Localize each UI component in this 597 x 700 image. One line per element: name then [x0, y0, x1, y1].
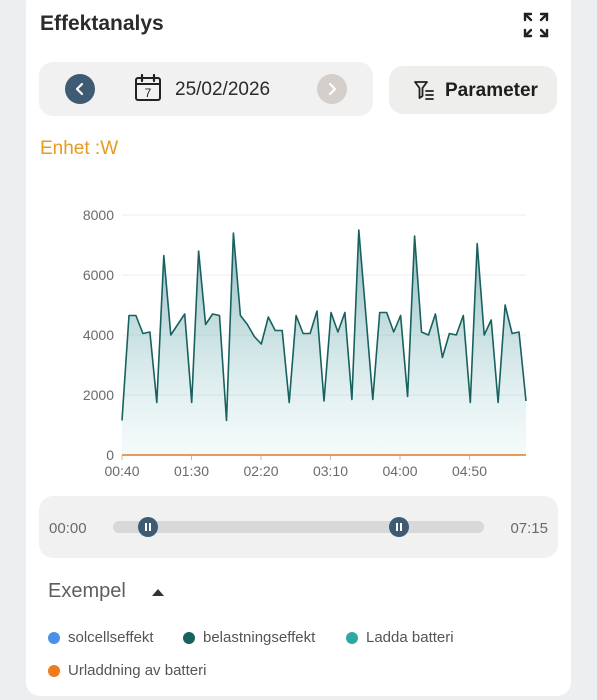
legend-dot: [346, 631, 358, 644]
grip-icon: [144, 523, 151, 531]
x-tick-label: 02:20: [243, 463, 278, 479]
legend-label: solcellseffekt: [68, 629, 154, 646]
x-tick-label: 04:00: [382, 463, 417, 479]
y-tick-label: 8000: [83, 207, 114, 223]
legend-item-urladdning-av-batteri[interactable]: Urladdning av batteri: [48, 662, 206, 679]
slider-end-handle[interactable]: [388, 517, 409, 537]
selected-date[interactable]: 25/02/2026: [175, 79, 270, 101]
power-chart: 8000 6000 4000 2000 0 00:40 01:30 02:20 03:10 04…: [83, 207, 527, 479]
time-range-slider: 00:00 07:15: [39, 496, 558, 558]
y-tick-label: 4000: [83, 327, 114, 343]
legend-label: Urladdning av batteri: [68, 662, 207, 679]
legend-label: belastningseffekt: [203, 629, 316, 646]
slider-end-label: 07:15: [510, 520, 548, 537]
y-tick-label: 6000: [83, 267, 114, 283]
legend-dot: [48, 631, 60, 644]
next-day-button[interactable]: [317, 74, 347, 104]
chevron-right-icon: [328, 82, 337, 96]
x-tick-label: 01:30: [174, 463, 209, 479]
y-tick-label: 2000: [83, 387, 114, 403]
x-tick-label: 00:40: [104, 463, 139, 479]
legend-dot: [183, 631, 195, 644]
legend-item-ladda-batteri[interactable]: Ladda batteri: [346, 629, 454, 646]
unit-label: Enhet :W: [40, 138, 119, 159]
slider-track[interactable]: [113, 521, 484, 533]
x-tick-label: 03:10: [313, 463, 348, 479]
fullscreen-icon: [523, 12, 549, 38]
calendar-icon[interactable]: 7: [133, 73, 163, 103]
x-tick-label: 04:50: [452, 463, 487, 479]
page-title: Effektanalys: [40, 12, 164, 35]
chevron-left-icon: [75, 82, 84, 96]
legend-title: Exempel: [48, 580, 126, 602]
slider-start-handle[interactable]: [137, 517, 158, 537]
legend-dot: [48, 664, 60, 677]
date-navigator: 7 25/02/2026: [39, 62, 373, 116]
calendar-day: 7: [145, 86, 152, 100]
grip-icon: [395, 523, 402, 531]
legend-item-belastningseffekt[interactable]: belastningseffekt: [183, 629, 315, 646]
legend-label: Ladda batteri: [366, 629, 454, 646]
caret-up-icon[interactable]: [150, 586, 166, 598]
parameter-button[interactable]: Parameter: [389, 66, 557, 114]
legend-item-solcellseffekt[interactable]: solcellseffekt: [48, 629, 154, 646]
previous-day-button[interactable]: [65, 74, 95, 104]
parameter-button-label: Parameter: [445, 80, 538, 101]
y-tick-label: 0: [106, 447, 114, 463]
filter-icon: [414, 81, 434, 100]
fullscreen-button[interactable]: [521, 10, 551, 40]
slider-start-label: 00:00: [49, 520, 87, 537]
